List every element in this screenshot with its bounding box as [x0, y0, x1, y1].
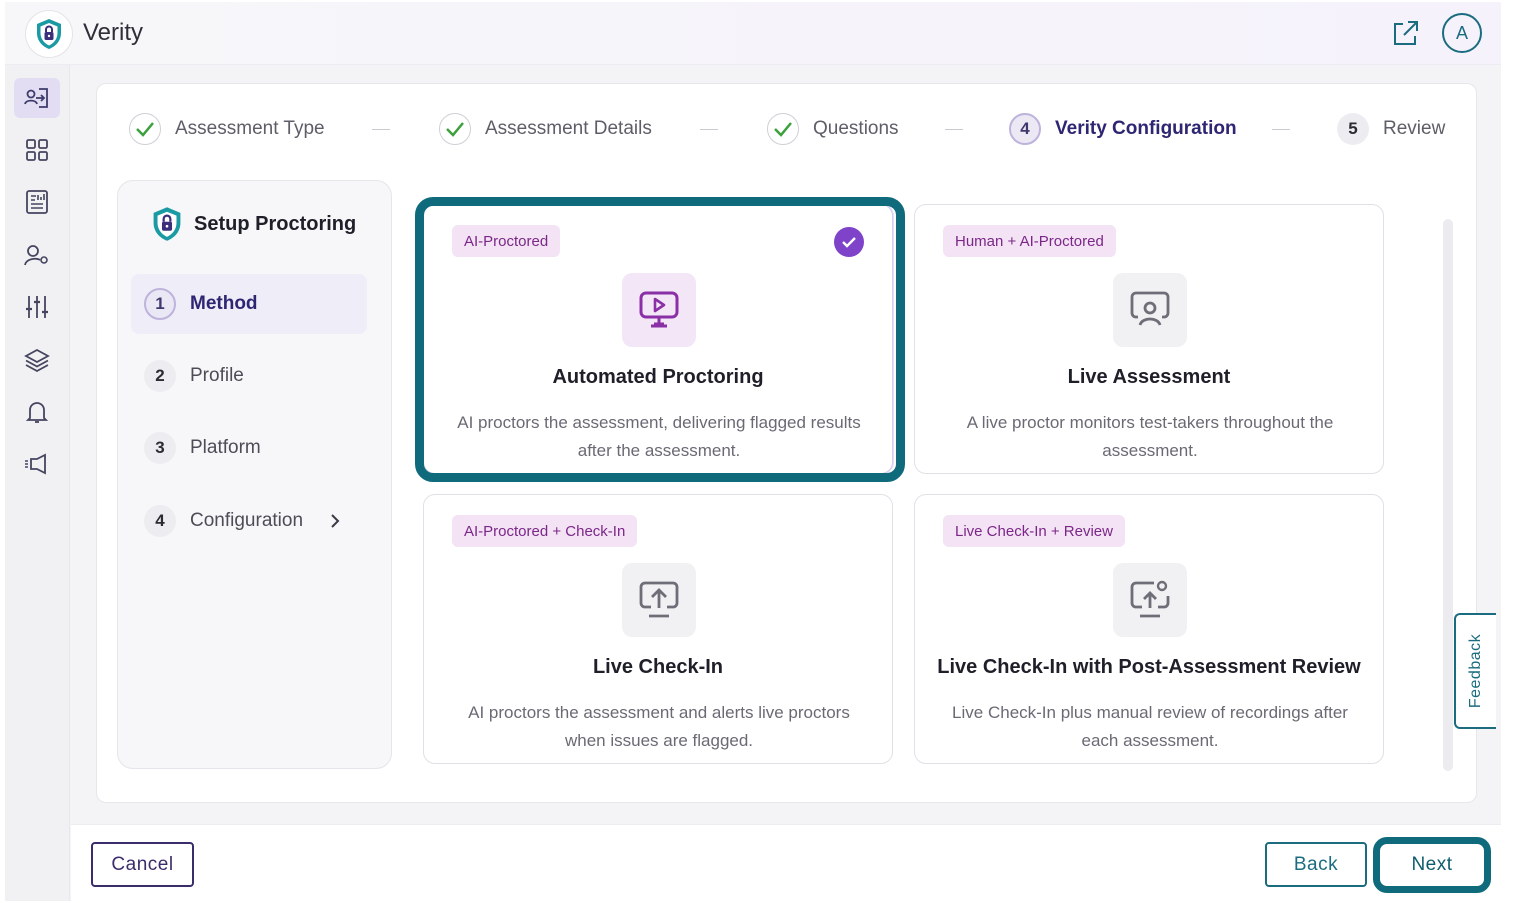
- step-number: 4: [1009, 113, 1041, 145]
- verity-logo: [25, 10, 73, 58]
- method-card-live-check-in-review[interactable]: Live Check-In + Review Live Check-In wit…: [914, 494, 1384, 764]
- chevron-right-icon: [329, 513, 341, 529]
- sidebar-item-login[interactable]: [14, 78, 60, 118]
- step-done-badge: [129, 113, 161, 145]
- feedback-label: Feedback: [1467, 633, 1485, 709]
- step-questions[interactable]: Questions: [767, 112, 899, 146]
- megaphone-icon: [25, 453, 46, 475]
- check-icon: [774, 122, 792, 137]
- step-verity-configuration[interactable]: 4 Verity Configuration: [1009, 112, 1237, 146]
- setup-item-platform[interactable]: 3 Platform: [131, 418, 367, 478]
- monitor-play-icon: [622, 273, 696, 347]
- shield-lock-icon: [153, 207, 181, 241]
- wizard-card: Assessment Type Assessment Details Quest…: [96, 83, 1477, 803]
- setup-item-profile[interactable]: 2 Profile: [131, 346, 367, 406]
- step-assessment-type[interactable]: Assessment Type: [129, 112, 325, 146]
- sidebar-item-notifications[interactable]: [14, 392, 60, 432]
- step-divider: [945, 129, 963, 130]
- method-title: Live Assessment: [1067, 366, 1231, 388]
- monitor-upload-icon: [622, 563, 696, 637]
- selected-check-icon: [834, 227, 864, 257]
- setup-title: Setup Proctoring: [194, 212, 357, 235]
- method-tag: AI-Proctored + Check-In: [452, 515, 638, 547]
- next-button[interactable]: Next: [1373, 837, 1491, 893]
- monitor-person-icon: [1113, 273, 1187, 347]
- sidebar-item-layers[interactable]: [14, 340, 60, 380]
- setup-item-method[interactable]: 1 Method: [131, 274, 367, 334]
- step-divider: [700, 129, 718, 130]
- shield-lock-icon: [37, 19, 61, 49]
- setup-item-number: 3: [144, 432, 176, 464]
- setup-proctoring-panel: Setup Proctoring 1 Method 2 Profile 3 Pl…: [117, 180, 392, 769]
- method-description: Live Check-In plus manual review of reco…: [952, 703, 1348, 750]
- report-icon: [26, 190, 48, 214]
- setup-item-number: 4: [144, 505, 176, 537]
- top-bar: Verity A: [5, 2, 1501, 65]
- step-label: Verity Configuration: [1055, 118, 1237, 139]
- monitor-upload-search-icon: [1113, 563, 1187, 637]
- method-tag: Live Check-In + Review: [943, 515, 1125, 547]
- setup-item-number: 2: [144, 360, 176, 392]
- step-divider: [372, 129, 390, 130]
- check-icon: [446, 122, 464, 137]
- back-button[interactable]: Back: [1265, 842, 1367, 887]
- setup-item-label: Profile: [190, 365, 244, 386]
- bell-icon: [25, 402, 49, 423]
- step-label: Assessment Details: [485, 118, 652, 139]
- sidebar-item-users[interactable]: [14, 235, 60, 275]
- layers-icon: [24, 348, 50, 373]
- grid-icon: [26, 139, 48, 161]
- step-divider: [1272, 129, 1290, 130]
- sidebar-item-dashboard[interactable]: [14, 130, 60, 170]
- method-title: Live Check-In: [592, 656, 724, 678]
- user-login-icon: [24, 88, 48, 108]
- user-settings-icon: [24, 245, 48, 266]
- sidebar-item-settings[interactable]: [14, 287, 60, 327]
- user-avatar[interactable]: A: [1442, 13, 1482, 53]
- method-card-live-check-in[interactable]: AI-Proctored + Check-In Live Check-In AI…: [423, 494, 893, 764]
- step-done-badge: [767, 113, 799, 145]
- method-description: AI proctors the assessment, delivering f…: [457, 413, 861, 460]
- sidebar-item-reports[interactable]: [14, 182, 60, 222]
- sidebar-item-announcements[interactable]: [14, 444, 60, 484]
- method-card-live-assessment[interactable]: Human + AI-Proctored Live Assessment A l…: [914, 204, 1384, 474]
- method-tag: Human + AI-Proctored: [943, 225, 1116, 257]
- step-label: Assessment Type: [175, 118, 325, 139]
- setup-title-row: Setup Proctoring: [150, 205, 356, 243]
- method-description: A live proctor monitors test-takers thro…: [966, 413, 1334, 460]
- setup-item-label: Configuration: [190, 510, 304, 531]
- step-assessment-details[interactable]: Assessment Details: [439, 112, 652, 146]
- sliders-icon: [26, 296, 48, 318]
- method-tag: AI-Proctored: [452, 225, 561, 257]
- method-card-automated-proctoring[interactable]: AI-Proctored Automated Proctoring AI pro…: [423, 204, 893, 474]
- check-icon: [136, 122, 154, 137]
- app-window: Verity A Assessment Type Assessment Deta…: [5, 2, 1501, 901]
- feedback-tab[interactable]: Feedback: [1454, 613, 1496, 729]
- sidebar-rail: [5, 65, 70, 901]
- step-label: Review: [1383, 118, 1446, 139]
- setup-item-label: Method: [190, 293, 258, 314]
- step-label: Questions: [813, 118, 899, 139]
- method-list-scrollbar[interactable]: [1443, 219, 1453, 771]
- step-review[interactable]: 5 Review: [1337, 112, 1445, 146]
- method-title: Live Check-In with Post-Assessment Revie…: [937, 656, 1361, 678]
- step-number: 5: [1337, 113, 1369, 145]
- setup-item-configuration[interactable]: 4 Configuration: [131, 491, 367, 551]
- method-title: Automated Proctoring: [552, 366, 764, 388]
- open-external-button[interactable]: [1389, 18, 1421, 50]
- setup-item-number: 1: [144, 288, 176, 320]
- method-description: AI proctors the assessment and alerts li…: [468, 703, 850, 750]
- cancel-button[interactable]: Cancel: [91, 842, 194, 887]
- step-done-badge: [439, 113, 471, 145]
- wizard-footer: Cancel Back Next: [71, 824, 1501, 901]
- external-link-icon: [1394, 21, 1418, 45]
- setup-item-label: Platform: [190, 437, 261, 458]
- app-title: Verity: [83, 19, 144, 46]
